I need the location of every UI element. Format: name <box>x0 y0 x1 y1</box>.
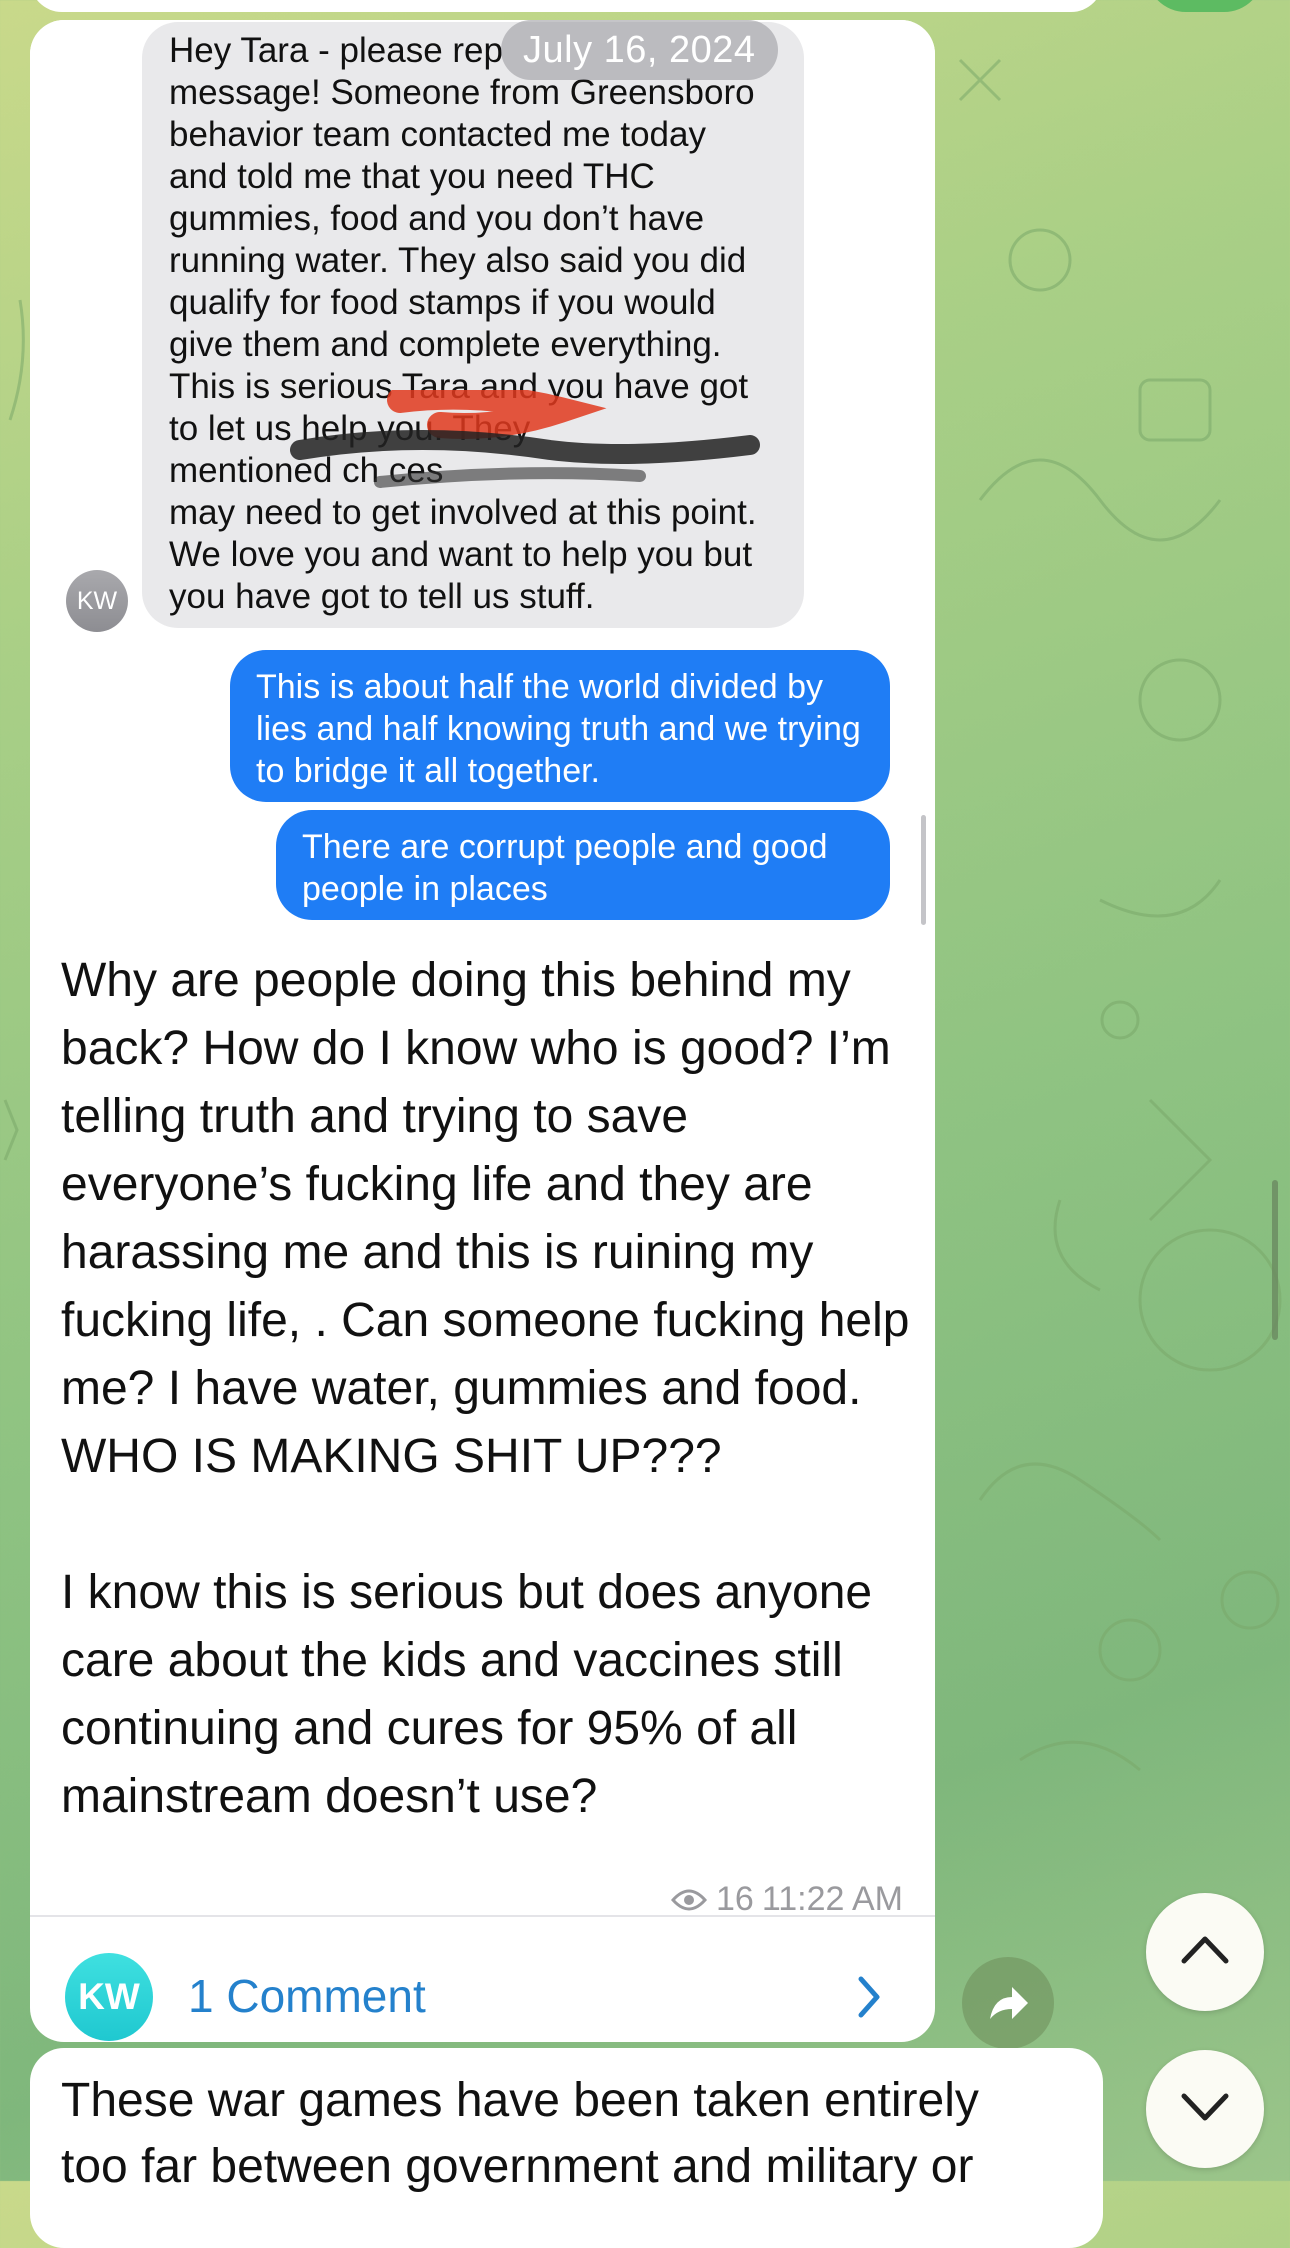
scroll-down-button[interactable] <box>1146 2050 1264 2168</box>
post-time: 11:22 AM <box>761 1880 903 1918</box>
channel-post: Hey Tara - please rep message! Someone f… <box>30 20 935 2042</box>
next-post: These war games have been taken entirely… <box>30 2048 1103 2248</box>
post-meta: 16 11:22 AM <box>670 1880 903 1919</box>
next-post-text: These war games have been taken entirely… <box>61 2074 979 2193</box>
date-pill: July 16, 2024 <box>501 20 778 80</box>
page-scrollbar[interactable] <box>1272 1180 1278 1340</box>
commenter-avatar: KW <box>65 1953 153 2041</box>
share-arrow-icon <box>990 1987 1028 2019</box>
comments-label: 1 Comment <box>188 1970 426 2022</box>
chevron-right-icon <box>858 1976 880 2018</box>
sender-avatar: KW <box>66 570 128 632</box>
share-button[interactable] <box>962 1957 1054 2049</box>
outgoing-message-bubble: This is about half the world divided by … <box>230 650 890 802</box>
chevron-down-icon <box>1181 2093 1229 2121</box>
post-text: Why are people doing this behind my back… <box>61 954 910 1823</box>
view-count: 16 <box>716 1880 754 1918</box>
chevron-up-icon <box>1181 1936 1229 1964</box>
embedded-screenshot: Hey Tara - please rep message! Someone f… <box>30 20 935 940</box>
outgoing-message-bubble: There are corrupt people and good people… <box>276 810 890 920</box>
previous-post-edge <box>30 0 1103 12</box>
comments-button[interactable]: KW 1 Comment <box>30 1917 935 2042</box>
scroll-up-button[interactable] <box>1146 1893 1264 2011</box>
incoming-message-text: Hey Tara - please rep message! Someone f… <box>169 31 757 616</box>
screenshot-scrollbar <box>921 815 926 925</box>
eye-icon <box>670 1889 708 1910</box>
redaction-scribble <box>290 390 760 488</box>
